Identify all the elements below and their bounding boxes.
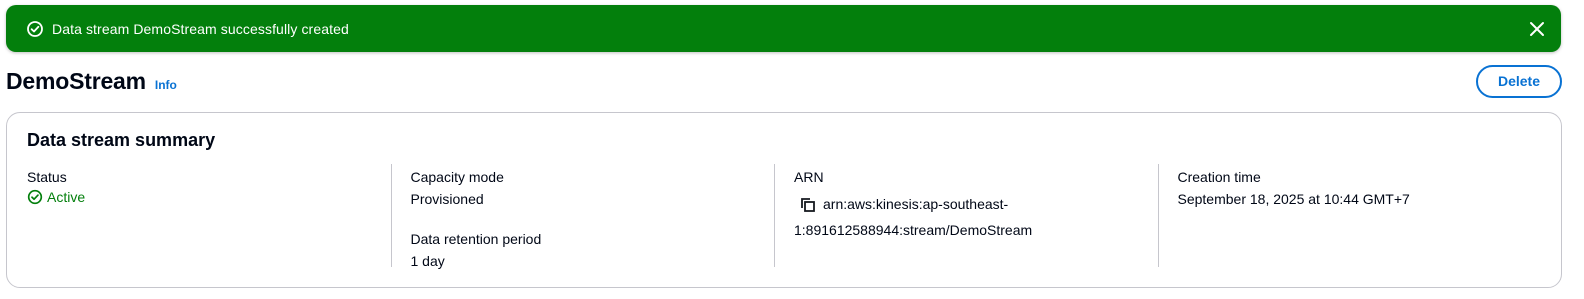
page-header: DemoStream Info Delete [6, 64, 1562, 98]
arn-line-1: arn:aws:kinesis:ap-southeast- [823, 196, 1009, 212]
info-link[interactable]: Info [155, 78, 177, 92]
close-icon[interactable] [1527, 19, 1547, 39]
flash-message: Data stream DemoStream successfully crea… [52, 20, 349, 37]
capacity-column: Capacity mode Provisioned Data retention… [390, 164, 775, 269]
status-text: Active [47, 189, 86, 205]
summary-columns: Status Active Capacity mode Provisioned … [27, 164, 1542, 269]
check-circle-icon [26, 20, 44, 38]
capacity-mode-label: Capacity mode [410, 169, 504, 185]
retention-label: Data retention period [410, 231, 542, 247]
delete-button[interactable]: Delete [1476, 64, 1562, 98]
arn-line-2: 1:891612588944:stream/DemoStream [794, 222, 1033, 238]
creation-time-value: September 18, 2025 at 10:44 GMT+7 [1177, 191, 1410, 207]
capacity-mode-value: Provisioned [410, 191, 484, 207]
creation-column: Creation time September 18, 2025 at 10:4… [1157, 164, 1542, 267]
page-title: DemoStream [6, 67, 146, 94]
arn-text: arn:aws:kinesis:ap-southeast- 1:89161258… [794, 191, 1058, 243]
copy-icon[interactable] [799, 196, 817, 214]
creation-time-label: Creation time [1177, 169, 1261, 185]
retention-value: 1 day [410, 253, 445, 269]
arn-value: arn:aws:kinesis:ap-southeast- 1:89161258… [794, 195, 1158, 243]
check-circle-icon [27, 189, 43, 205]
status-column: Status Active [27, 164, 391, 267]
data-stream-summary-card: Data stream summary Status Active Capaci… [6, 112, 1562, 288]
arn-column: ARN arn:aws:kinesis:ap-southeast- 1:8916… [774, 164, 1158, 267]
arn-label: ARN [794, 169, 824, 185]
status-label: Status [27, 169, 67, 185]
status-value: Active [27, 189, 391, 205]
success-flashbar: Data stream DemoStream successfully crea… [6, 5, 1561, 52]
card-title: Data stream summary [27, 130, 216, 150]
